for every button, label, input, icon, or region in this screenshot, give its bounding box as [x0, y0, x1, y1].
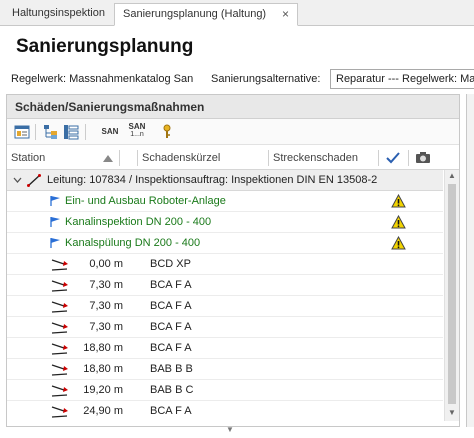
damage-code: BCA F A	[150, 321, 192, 333]
scroll-up-icon[interactable]: ▲	[447, 171, 457, 180]
damage-marker-icon	[51, 322, 68, 334]
station-value: 7,30 m	[89, 300, 123, 312]
damage-table: Leitung: 107834 / Inspektionsauftrag: In…	[7, 170, 443, 418]
toolbar-separator	[85, 124, 86, 140]
table-group-row[interactable]: Leitung: 107834 / Inspektionsauftrag: In…	[7, 170, 443, 191]
right-panel-edge	[466, 94, 474, 427]
list-view-icon[interactable]	[63, 124, 79, 140]
damage-panel: Schäden/Sanierungsmaßnahmen SAN SAN 1...…	[6, 94, 460, 427]
damage-marker-icon	[51, 301, 68, 313]
san-range-bottom: 1...n	[130, 131, 144, 138]
column-station[interactable]: Station	[11, 146, 45, 170]
damage-code: BCA F A	[150, 279, 192, 291]
damage-row[interactable]: 0,00 m BCD XP	[7, 254, 443, 275]
tab-bar: Haltungsinspektion Sanierungsplanung (Ha…	[0, 0, 474, 26]
flag-icon	[50, 196, 60, 206]
damage-row[interactable]: 7,30 m BCA F A	[7, 275, 443, 296]
damage-marker-icon	[51, 406, 68, 418]
station-value: 0,00 m	[89, 258, 123, 270]
san-button[interactable]: SAN	[101, 128, 119, 144]
tab-label: Sanierungsplanung (Haltung)	[123, 8, 267, 20]
scroll-down-icon[interactable]: ▼	[447, 408, 457, 417]
san-range-top: SAN	[128, 122, 146, 131]
tree-expand-icon[interactable]	[43, 124, 59, 140]
measure-label: Kanalinspektion DN 200 - 400	[65, 216, 212, 228]
pipe-icon	[27, 174, 41, 187]
column-schadenskuerzel[interactable]: Schadenskürzel	[142, 146, 220, 170]
damage-row[interactable]: 18,80 m BCA F A	[7, 338, 443, 359]
measure-label: Ein- und Ausbau Roboter-Anlage	[65, 195, 226, 207]
damage-marker-icon	[51, 364, 68, 376]
panel-toolbar: SAN SAN 1...n	[7, 119, 459, 145]
key-icon[interactable]	[162, 124, 172, 140]
station-value: 7,30 m	[89, 279, 123, 291]
alternative-label: Sanierungsalternative:	[211, 73, 321, 85]
san-range-button[interactable]: SAN 1...n	[127, 123, 147, 141]
sort-ascending-icon[interactable]	[103, 155, 113, 162]
column-streckenschaden[interactable]: Streckenschaden	[273, 146, 358, 170]
tab-sanierungsplanung[interactable]: Sanierungsplanung (Haltung) ×	[114, 3, 298, 26]
damage-row[interactable]: 7,30 m BCA F A	[7, 317, 443, 338]
damage-code: BAB B C	[150, 384, 194, 396]
measure-label: Kanalspülung DN 200 - 400	[65, 237, 201, 249]
measure-row[interactable]: Kanalspülung DN 200 - 400	[7, 233, 443, 254]
damage-marker-icon	[51, 385, 68, 397]
damage-code: BCA F A	[150, 342, 192, 354]
station-value: 7,30 m	[89, 321, 123, 333]
alternative-select[interactable]: Reparatur --- Regelwerk: Ma	[330, 69, 474, 89]
group-label: Leitung: 107834 / Inspektionsauftrag: In…	[47, 174, 378, 186]
damage-row[interactable]: 24,90 m BCA F A	[7, 401, 443, 418]
damage-marker-icon	[51, 259, 68, 271]
collapse-handle-icon[interactable]: ▼	[226, 425, 234, 434]
damage-row[interactable]: 18,80 m BAB B B	[7, 359, 443, 380]
damage-marker-icon	[51, 343, 68, 355]
damage-marker-icon	[51, 280, 68, 292]
measure-row[interactable]: Kanalinspektion DN 200 - 400	[7, 212, 443, 233]
details-icon[interactable]	[14, 124, 30, 140]
flag-icon	[50, 238, 60, 248]
checkmark-icon[interactable]	[386, 152, 400, 164]
vertical-scrollbar[interactable]: ▲ ▼	[444, 170, 459, 421]
damage-row[interactable]: 19,20 m BAB B C	[7, 380, 443, 401]
tab-label: Haltungsinspektion	[12, 7, 105, 19]
damage-code: BCA F A	[150, 300, 192, 312]
page-title: Sanierungsplanung	[16, 36, 194, 57]
damage-row[interactable]: 7,30 m BCA F A	[7, 296, 443, 317]
close-icon[interactable]: ×	[282, 4, 289, 25]
warning-icon	[391, 215, 406, 229]
warning-icon	[391, 194, 406, 208]
station-value: 24,90 m	[83, 405, 123, 417]
flag-icon	[50, 217, 60, 227]
damage-code: BCD XP	[150, 258, 191, 270]
measure-row[interactable]: Ein- und Ausbau Roboter-Anlage	[7, 191, 443, 212]
chevron-down-icon[interactable]	[13, 177, 22, 183]
camera-icon[interactable]	[415, 151, 431, 164]
damage-code: BAB B B	[150, 363, 193, 375]
warning-icon	[391, 236, 406, 250]
station-value: 18,80 m	[83, 363, 123, 375]
scroll-thumb[interactable]	[448, 184, 456, 404]
regelwerk-label: Regelwerk: Massnahmenkatalog San	[11, 73, 194, 85]
column-header: Station Schadenskürzel Streckenschaden	[7, 146, 459, 170]
station-value: 19,20 m	[83, 384, 123, 396]
toolbar-separator	[35, 124, 36, 140]
tab-haltungsinspektion[interactable]: Haltungsinspektion	[4, 3, 112, 26]
damage-code: BCA F A	[150, 405, 192, 417]
panel-title: Schäden/Sanierungsmaßnahmen	[7, 95, 459, 119]
station-value: 18,80 m	[83, 342, 123, 354]
